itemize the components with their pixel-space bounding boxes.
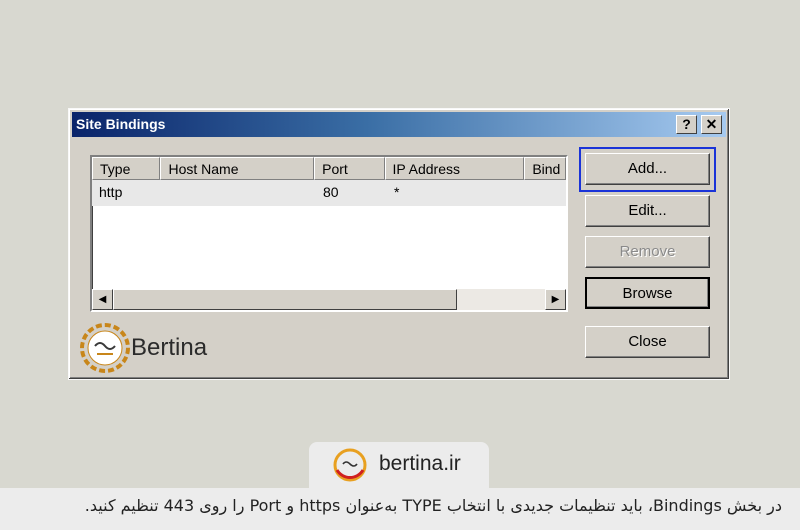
bertina-logo-icon xyxy=(80,323,130,373)
edit-button[interactable]: Edit... xyxy=(585,195,710,227)
column-header-binding[interactable]: Bind xyxy=(524,157,566,180)
scroll-thumb[interactable] xyxy=(113,289,457,310)
help-button[interactable]: ? xyxy=(676,115,697,134)
scroll-left-icon[interactable]: ◀ xyxy=(92,289,113,310)
list-header: Type Host Name Port IP Address Bind xyxy=(92,157,566,180)
scroll-right-icon[interactable]: ▶ xyxy=(545,289,566,310)
column-header-host-name[interactable]: Host Name xyxy=(160,157,315,180)
watermark-brand: Bertina xyxy=(131,334,208,361)
column-header-ip-address[interactable]: IP Address xyxy=(384,157,525,180)
title-bar[interactable]: Site Bindings ? ✕ xyxy=(72,112,726,137)
caption-bar: در بخش Bindings، باید تنظیمات جدیدی با ا… xyxy=(0,488,800,530)
add-button[interactable]: Add... xyxy=(585,153,710,185)
footer-brand-card: bertina.ir xyxy=(309,442,489,488)
column-header-port[interactable]: Port xyxy=(314,157,385,180)
bindings-list[interactable]: Type Host Name Port IP Address Bind http… xyxy=(90,155,568,312)
caption-text: در بخش Bindings، باید تنظیمات جدیدی با ا… xyxy=(84,496,782,515)
browse-button[interactable]: Browse xyxy=(585,277,710,309)
table-row[interactable]: http 80 * xyxy=(92,180,566,206)
dialog-title: Site Bindings xyxy=(76,116,166,132)
cell-ip-address: * xyxy=(394,184,400,200)
cell-type: http xyxy=(99,184,123,200)
close-button[interactable]: Close xyxy=(585,326,710,358)
remove-button[interactable]: Remove xyxy=(585,236,710,268)
footer-site-name: bertina.ir xyxy=(379,452,461,475)
site-bindings-dialog: Site Bindings ? ✕ Type Host Name Port IP… xyxy=(68,108,730,380)
bertina-small-logo-icon xyxy=(333,448,367,482)
close-window-button[interactable]: ✕ xyxy=(701,115,722,134)
cell-port: 80 xyxy=(323,184,339,200)
horizontal-scrollbar[interactable]: ◀ ▶ xyxy=(92,289,566,310)
column-header-type[interactable]: Type xyxy=(92,157,161,180)
